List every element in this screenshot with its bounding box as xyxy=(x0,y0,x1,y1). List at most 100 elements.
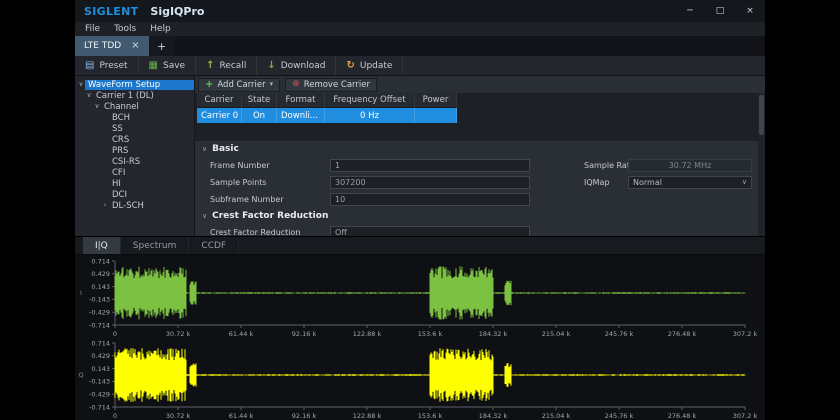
cell-state[interactable]: On xyxy=(242,108,277,123)
cell-carrier[interactable]: Carrier 0 xyxy=(197,108,242,123)
plots-area: 0.7140.4290.143-0.143-0.429-0.714030.72 … xyxy=(75,255,765,420)
scrollbar[interactable] xyxy=(758,93,765,236)
menu-file[interactable]: File xyxy=(78,24,107,34)
cell-frequency-offset[interactable]: 0 Hz xyxy=(325,108,415,123)
iqmap-select[interactable]: Normal ∨ xyxy=(628,176,752,189)
download-icon: ↓ xyxy=(267,61,275,71)
tree-item-cfi[interactable]: CFI xyxy=(75,167,194,178)
tree-item-label: PRS xyxy=(109,146,131,156)
svg-text:215.04 k: 215.04 k xyxy=(542,330,571,338)
column-header-frequency-offset: Frequency Offset xyxy=(325,93,415,108)
chevron-down-icon[interactable]: ∨ xyxy=(77,81,85,88)
table-row[interactable]: Carrier 0OnDownli...0 Hz xyxy=(197,108,765,123)
section-title: Basic xyxy=(212,144,239,154)
carrier-table: CarrierStateFormatFrequency OffsetPower … xyxy=(195,93,765,141)
remove-carrier-button[interactable]: ⊗ Remove Carrier xyxy=(285,78,377,92)
svg-text:184.32 k: 184.32 k xyxy=(479,412,508,420)
close-button[interactable]: × xyxy=(735,0,765,22)
svg-text:-0.143: -0.143 xyxy=(89,296,110,304)
toolbar-preset-button[interactable]: ▤Preset xyxy=(75,56,139,75)
tree-item-crs[interactable]: CRS xyxy=(75,134,194,145)
remove-carrier-label: Remove Carrier xyxy=(304,80,370,90)
field-value: Normal xyxy=(633,178,662,187)
svg-text:Q: Q xyxy=(78,371,83,379)
sample-points-field[interactable]: 307200 xyxy=(330,176,530,189)
content-area: ∨WaveForm Setup∨Carrier 1 (DL)∨ChannelBC… xyxy=(75,76,765,236)
subframe-number-field[interactable]: 10 xyxy=(330,193,530,206)
frame-number-field[interactable]: 1 xyxy=(330,159,530,172)
field-value: 30.72 MHz xyxy=(669,161,712,170)
tab-label: LTE TDD xyxy=(84,41,121,51)
subframe-number-label: Subframe Number xyxy=(195,195,330,204)
svg-text:61.44 k: 61.44 k xyxy=(229,330,254,338)
svg-text:0.143: 0.143 xyxy=(91,283,110,291)
add-carrier-label: Add Carrier xyxy=(217,80,265,90)
svg-text:30.72 k: 30.72 k xyxy=(166,412,191,420)
new-tab-button[interactable]: + xyxy=(149,36,175,56)
tree-item-label: CFI xyxy=(109,168,128,178)
svg-text:92.16 k: 92.16 k xyxy=(292,412,317,420)
tree-item-csi-rs[interactable]: CSI-RS xyxy=(75,156,194,167)
add-carrier-button[interactable]: + Add Carrier ▾ xyxy=(198,78,280,92)
document-tab-bar: LTE TDD × + xyxy=(75,36,765,56)
section-header-crest-factor-reduction[interactable]: ∨Crest Factor Reduction xyxy=(195,208,765,224)
tree-item-bch[interactable]: BCH xyxy=(75,112,194,123)
waveform-panel: I|QSpectrumCCDF 0.7140.4290.143-0.143-0.… xyxy=(75,236,765,420)
chevron-down-icon: ∨ xyxy=(742,179,747,186)
tab-lte-tdd[interactable]: LTE TDD × xyxy=(75,36,149,56)
scrollbar-thumb[interactable] xyxy=(759,95,764,135)
field-value: 1 xyxy=(335,161,340,170)
carrier-table-header: CarrierStateFormatFrequency OffsetPower xyxy=(197,93,765,108)
toolbar-update-button[interactable]: ↻Update xyxy=(336,56,403,75)
tree-item-waveform-setup[interactable]: ∨WaveForm Setup xyxy=(75,79,194,90)
tree-item-prs[interactable]: PRS xyxy=(75,145,194,156)
field-value: 307200 xyxy=(335,178,366,187)
tree-item-label: DCI xyxy=(109,190,130,200)
chevron-down-icon[interactable]: ∨ xyxy=(85,92,93,99)
tab-close-icon[interactable]: × xyxy=(131,41,139,51)
cell-format[interactable]: Downli... xyxy=(277,108,325,123)
section-header-basic[interactable]: ∨Basic xyxy=(195,141,765,157)
tree-item-carrier-1-dl[interactable]: ∨Carrier 1 (DL) xyxy=(75,90,194,101)
crest-factor-reduction-field[interactable]: Off xyxy=(330,226,530,236)
tree-item-label: CSI-RS xyxy=(109,157,143,167)
tree-item-dl-sch[interactable]: ›DL-SCH xyxy=(75,200,194,211)
menu-tools[interactable]: Tools xyxy=(107,24,143,34)
svg-text:-0.429: -0.429 xyxy=(89,309,110,317)
carrier-actions: + Add Carrier ▾ ⊗ Remove Carrier xyxy=(195,76,765,93)
sample-points-label: Sample Points xyxy=(195,178,330,187)
maximize-button[interactable]: □ xyxy=(705,0,735,22)
cell-power[interactable] xyxy=(415,108,457,123)
svg-text:276.48 k: 276.48 k xyxy=(668,412,697,420)
svg-text:307.2 k: 307.2 k xyxy=(733,412,758,420)
tree-item-ss[interactable]: SS xyxy=(75,123,194,134)
tree-item-label: HI xyxy=(109,179,124,189)
column-header-state: State xyxy=(242,93,277,108)
svg-text:-0.429: -0.429 xyxy=(89,391,110,399)
plot-tab-spectrum[interactable]: Spectrum xyxy=(121,237,190,254)
form-row: Sample Points307200IQMapNormal∨ xyxy=(195,174,765,191)
tree-item-dci[interactable]: DCI xyxy=(75,189,194,200)
chevron-down-icon: ▾ xyxy=(270,81,274,88)
toolbar-save-button[interactable]: ▦Save xyxy=(139,56,197,75)
crest-factor-reduction-label: Crest Factor Reduction xyxy=(195,228,330,236)
svg-text:0.143: 0.143 xyxy=(91,365,110,373)
svg-text:92.16 k: 92.16 k xyxy=(292,330,317,338)
tree-item-label: WaveForm Setup xyxy=(85,80,194,90)
field-value: Off xyxy=(335,228,347,236)
menu-help[interactable]: Help xyxy=(143,24,178,34)
form-row: Frame Number1Sample Rate30.72 MHz xyxy=(195,157,765,174)
chevron-right-icon[interactable]: › xyxy=(101,202,109,209)
tree-item-channel[interactable]: ∨Channel xyxy=(75,101,194,112)
sample-rate-field: 30.72 MHz xyxy=(628,159,752,172)
chevron-down-icon[interactable]: ∨ xyxy=(93,103,101,110)
section-title: Crest Factor Reduction xyxy=(212,211,328,221)
tree-item-label: CRS xyxy=(109,135,132,145)
toolbar-download-button[interactable]: ↓Download xyxy=(257,56,336,75)
tree-item-hi[interactable]: HI xyxy=(75,178,194,189)
preset-icon: ▤ xyxy=(85,61,94,71)
plot-tab-i-q[interactable]: I|Q xyxy=(83,237,121,254)
plot-tab-ccdf[interactable]: CCDF xyxy=(189,237,239,254)
toolbar-recall-button[interactable]: ↑Recall xyxy=(196,56,257,75)
minimize-button[interactable]: ─ xyxy=(675,0,705,22)
